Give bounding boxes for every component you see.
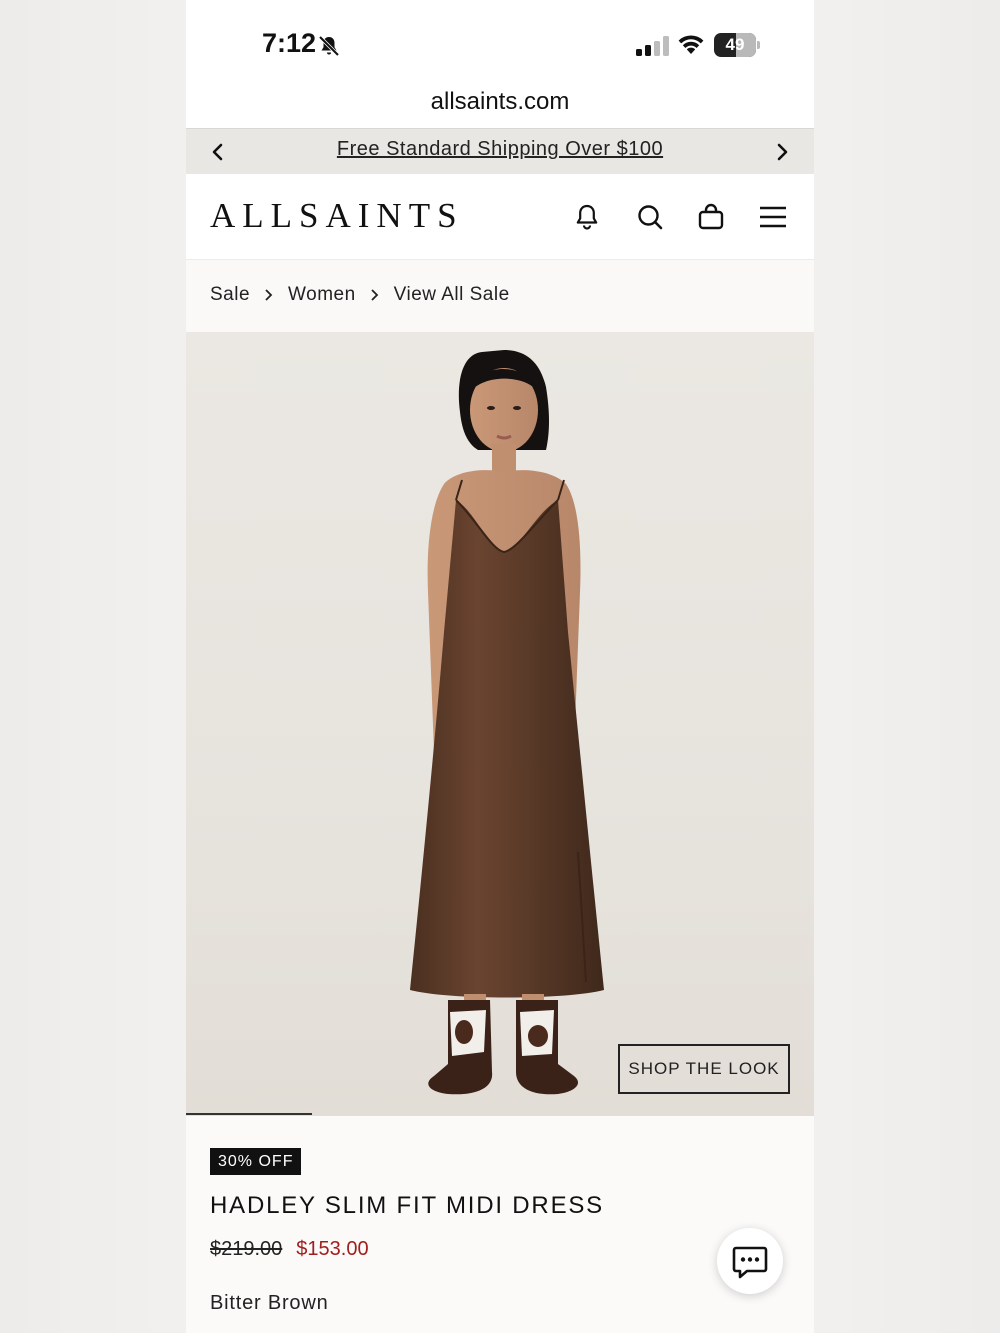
- wifi-icon: [678, 35, 704, 54]
- bell-icon[interactable]: [572, 202, 602, 232]
- chevron-right-icon: [265, 289, 273, 301]
- chevron-right-icon[interactable]: [770, 140, 794, 164]
- phone-screen: 7:12 49 allsaints.com Free Standard Ship…: [186, 0, 814, 1333]
- chevron-right-icon: [371, 289, 378, 301]
- product-name: HADLEY SLIM FIT MIDI DRESS: [210, 1192, 604, 1219]
- breadcrumb-item-view-all-sale[interactable]: View All Sale: [394, 284, 510, 306]
- search-icon[interactable]: [635, 202, 665, 232]
- breadcrumb: Sale Women View All Sale: [186, 260, 814, 332]
- menu-icon[interactable]: [758, 202, 788, 232]
- sale-price: $153.00: [296, 1238, 369, 1260]
- site-logo[interactable]: ALLSAINTS: [210, 196, 464, 236]
- product-info: 30% OFF HADLEY SLIM FIT MIDI DRESS $219.…: [186, 1116, 814, 1333]
- cellular-signal-icon: [636, 36, 669, 56]
- breadcrumb-item-women[interactable]: Women: [288, 284, 356, 306]
- shopping-bag-icon[interactable]: [696, 202, 726, 232]
- model-photo: [410, 350, 604, 1095]
- original-price: $219.00: [210, 1238, 283, 1260]
- discount-badge: 30% OFF: [210, 1148, 302, 1175]
- chat-button[interactable]: [717, 1228, 783, 1294]
- promo-link[interactable]: Free Standard Shipping Over $100: [186, 138, 814, 161]
- browser-url[interactable]: allsaints.com: [186, 88, 814, 116]
- product-color: Bitter Brown: [210, 1292, 329, 1314]
- promo-banner: Free Standard Shipping Over $100: [186, 128, 814, 174]
- chat-icon: [732, 1246, 768, 1279]
- breadcrumb-item-sale[interactable]: Sale: [210, 284, 250, 306]
- shop-the-look-button[interactable]: SHOP THE LOOK: [618, 1044, 790, 1094]
- battery-icon: 49: [714, 33, 760, 57]
- gallery-progress-fill: [186, 1113, 312, 1115]
- battery-level: 49: [725, 35, 745, 54]
- status-time: 7:12: [262, 28, 317, 58]
- status-bar: 7:12 49 allsaints.com: [186, 0, 814, 115]
- product-image[interactable]: SHOP THE LOOK: [186, 332, 814, 1116]
- product-prices: $219.00 $153.00: [210, 1238, 369, 1261]
- site-header: ALLSAINTS: [186, 174, 814, 260]
- bell-slash-icon: [318, 35, 340, 57]
